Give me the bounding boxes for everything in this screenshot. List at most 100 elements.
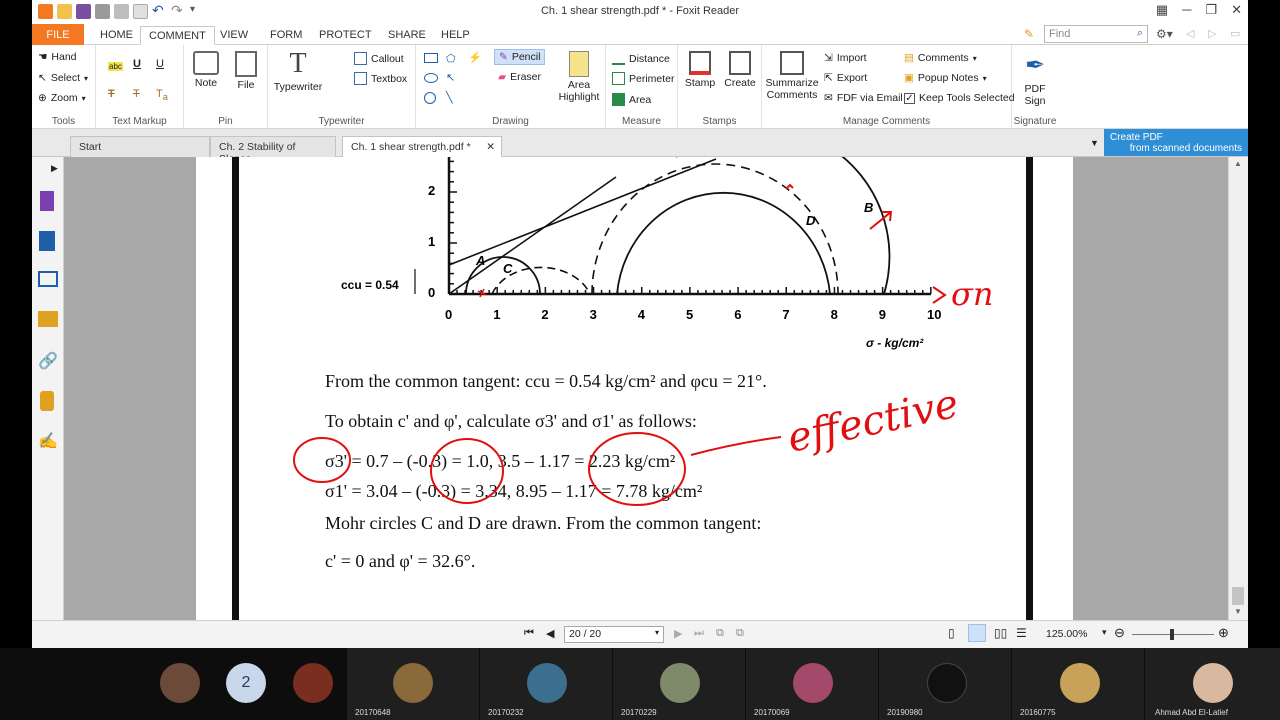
single-page-icon[interactable]: ▯ bbox=[948, 626, 955, 640]
typewriter-button[interactable]: T Typewriter bbox=[270, 49, 326, 94]
doc-tab-stability[interactable]: Ch. 2 Stability of Slopes... bbox=[210, 136, 336, 165]
restore-icon[interactable]: ❐ bbox=[1205, 2, 1217, 18]
attachment-icon[interactable]: 🔗 bbox=[38, 351, 58, 371]
keep-tools-selected-checkbox[interactable]: ✓ Keep Tools Selected bbox=[904, 92, 1015, 104]
tab-list-dropdown-icon[interactable]: ▼ bbox=[1090, 138, 1099, 148]
continuous-page-icon[interactable] bbox=[968, 624, 986, 642]
polygon-icon[interactable]: ⬠ bbox=[446, 52, 456, 65]
forward-icon[interactable]: ▷ bbox=[1208, 27, 1216, 40]
expand-panel-icon[interactable]: ▶ bbox=[51, 163, 58, 174]
popup-notes-dropdown[interactable]: ▣ Popup Notes ▾ bbox=[904, 72, 987, 84]
signature-panel-icon[interactable]: ✍ bbox=[38, 431, 58, 451]
stamp-button[interactable]: Stamp bbox=[680, 51, 720, 89]
comments-dropdown[interactable]: ▤ Comments ▾ bbox=[904, 52, 977, 64]
participant-avatar-8[interactable] bbox=[927, 663, 967, 703]
expand-icon[interactable]: ▭ bbox=[1230, 27, 1240, 40]
export-button[interactable]: ⇱ Export bbox=[824, 72, 867, 84]
tab-home[interactable]: HOME bbox=[92, 26, 141, 45]
participant-avatar-9[interactable] bbox=[1060, 663, 1100, 703]
participant-avatar-4[interactable] bbox=[393, 663, 433, 703]
tab-form[interactable]: FORM bbox=[262, 26, 310, 45]
textbox-button[interactable]: Textbox bbox=[354, 72, 407, 85]
next-page-icon[interactable]: ▶ bbox=[674, 627, 682, 640]
comments-panel-icon[interactable] bbox=[38, 311, 58, 327]
select-button[interactable]: ↖ Select ▾ bbox=[38, 72, 88, 84]
zoom-button[interactable]: ⊕ Zoom ▾ bbox=[38, 92, 86, 104]
next-view-icon[interactable]: ⧉ bbox=[736, 627, 744, 640]
rectangle-icon[interactable] bbox=[424, 53, 438, 63]
doc-tab-shear-strength[interactable]: Ch. 1 shear strength.pdf * ✕ bbox=[342, 136, 502, 157]
tab-view[interactable]: VIEW bbox=[212, 26, 256, 45]
layout-icon[interactable]: ▦ bbox=[1156, 2, 1168, 18]
summarize-comments-button[interactable]: Summarize Comments bbox=[764, 51, 820, 101]
eraser-button[interactable]: ▰ Eraser bbox=[498, 71, 541, 83]
participant-avatar-1[interactable] bbox=[160, 663, 200, 703]
search-tool-icon[interactable]: ✎ bbox=[1024, 27, 1034, 41]
participant-avatar-6[interactable] bbox=[660, 663, 700, 703]
previous-page-icon[interactable]: ◀ bbox=[546, 627, 554, 640]
first-page-icon[interactable]: ⏮ bbox=[524, 627, 534, 640]
file-attach-button[interactable]: File bbox=[226, 51, 266, 91]
scroll-up-icon[interactable]: ▲ bbox=[1234, 159, 1242, 168]
pages-icon[interactable] bbox=[39, 231, 55, 251]
replace-text-icon[interactable]: T bbox=[133, 88, 140, 100]
perimeter-button[interactable]: Perimeter bbox=[612, 72, 675, 85]
callout-button[interactable]: Callout bbox=[354, 52, 404, 65]
zoom-in-icon[interactable]: ⊕ bbox=[1218, 625, 1229, 641]
scroll-down-icon[interactable]: ▼ bbox=[1234, 607, 1242, 616]
tab-comment[interactable]: COMMENT bbox=[140, 26, 215, 45]
cloud-icon[interactable]: ⚡ bbox=[468, 51, 482, 64]
document-viewport[interactable]: ccu = 0.54 A C D B 2 1 0 0 1 2 3 4 5 6 7 8 9 10 σ … bbox=[64, 157, 1235, 620]
lock-icon[interactable] bbox=[40, 391, 54, 411]
fdf-via-email-button[interactable]: ✉ FDF via Email bbox=[824, 92, 903, 104]
page-number-input[interactable]: 20 / 20 ▾ bbox=[564, 626, 664, 643]
pdf-sign-button[interactable]: ✒ PDF Sign bbox=[1014, 51, 1056, 107]
area-button[interactable]: Area bbox=[612, 93, 651, 106]
area-highlight-button[interactable]: Area Highlight bbox=[556, 51, 602, 103]
participant-avatar-3[interactable] bbox=[293, 663, 333, 703]
scroll-thumb[interactable] bbox=[1232, 587, 1244, 605]
back-icon[interactable]: ◁ bbox=[1186, 27, 1194, 40]
underline-icon[interactable]: U bbox=[133, 58, 141, 70]
continuous-facing-icon[interactable]: ☰ bbox=[1016, 626, 1027, 640]
participant-avatar-10[interactable] bbox=[1193, 663, 1233, 703]
bookmark-icon[interactable] bbox=[40, 191, 54, 211]
minimize-icon[interactable]: ─ bbox=[1182, 2, 1191, 18]
hand-button[interactable]: ☚ Hand bbox=[38, 51, 77, 63]
layers-icon[interactable] bbox=[38, 271, 58, 287]
tab-share[interactable]: SHARE bbox=[380, 26, 434, 45]
zoom-dropdown-icon[interactable]: ▾ bbox=[1102, 627, 1107, 638]
doc-tab-start[interactable]: Start bbox=[70, 136, 210, 157]
search-icon[interactable]: ⌕ bbox=[1137, 27, 1143, 40]
tab-file[interactable]: FILE bbox=[32, 24, 84, 45]
zoom-slider-handle[interactable] bbox=[1170, 629, 1174, 640]
tab-protect[interactable]: PROTECT bbox=[311, 26, 380, 45]
note-button[interactable]: Note bbox=[186, 51, 226, 89]
participant-avatar-5[interactable] bbox=[527, 663, 567, 703]
find-input[interactable]: Find ⌕ bbox=[1044, 25, 1148, 43]
zoom-level[interactable]: 125.00% bbox=[1046, 628, 1087, 640]
import-button[interactable]: ⇲ Import bbox=[824, 52, 867, 64]
zoom-out-icon[interactable]: ⊖ bbox=[1114, 625, 1125, 641]
arrow-icon[interactable]: ↖ bbox=[446, 71, 455, 84]
strikeout-icon[interactable]: T bbox=[108, 88, 115, 100]
highlight-icon[interactable]: abc bbox=[108, 62, 123, 71]
close-tab-icon[interactable]: ✕ bbox=[486, 141, 495, 153]
insert-text-icon[interactable]: Ta bbox=[156, 88, 168, 102]
page-dropdown-icon[interactable]: ▾ bbox=[655, 628, 659, 637]
circle-icon[interactable] bbox=[424, 92, 436, 104]
previous-view-icon[interactable]: ⧉ bbox=[716, 627, 724, 640]
vertical-scrollbar[interactable]: ▲ ▼ bbox=[1228, 157, 1248, 620]
participant-avatar-7[interactable] bbox=[793, 663, 833, 703]
settings-icon[interactable]: ⚙▾ bbox=[1156, 27, 1173, 41]
facing-page-icon[interactable]: ▯▯ bbox=[994, 626, 1007, 640]
create-pdf-banner[interactable]: Create PDF from scanned documents bbox=[1104, 129, 1248, 156]
pencil-button[interactable]: ✎ Pencil bbox=[494, 49, 546, 65]
tab-help[interactable]: HELP bbox=[433, 26, 478, 45]
create-stamp-button[interactable]: Create bbox=[720, 51, 760, 89]
squiggly-icon[interactable]: U bbox=[156, 58, 164, 70]
distance-button[interactable]: Distance bbox=[612, 52, 670, 65]
line-icon[interactable]: ╲ bbox=[446, 91, 453, 104]
oval-icon[interactable] bbox=[424, 73, 438, 83]
close-icon[interactable]: ✕ bbox=[1231, 2, 1242, 18]
